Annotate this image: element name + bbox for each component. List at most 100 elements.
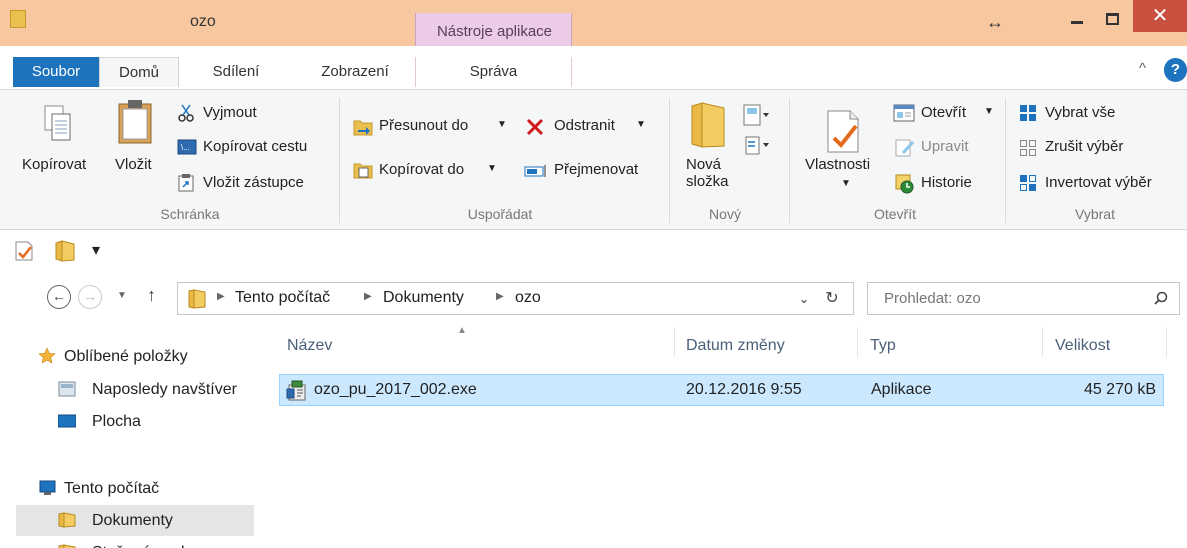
- navigation-bar: ← → ▼ ↑ ▶ Tento počítač ▶ Dokumenty ▶ oz…: [0, 271, 1187, 323]
- tab-manage[interactable]: Správa: [415, 57, 572, 87]
- nav-label: Plocha: [92, 413, 141, 430]
- open-button[interactable]: Otevřít: [921, 104, 966, 121]
- open-icon: [893, 104, 915, 122]
- column-header-date[interactable]: Datum změny: [686, 337, 785, 355]
- properties-button[interactable]: Vlastnosti: [805, 156, 870, 173]
- select-all-button[interactable]: Vybrat vše: [1045, 104, 1115, 121]
- nav-label: Oblíbené položky: [64, 348, 188, 365]
- copy-to-icon: [353, 163, 373, 179]
- nav-item-desktop[interactable]: Plocha: [58, 406, 258, 437]
- delete-icon: [526, 118, 544, 136]
- recent-places-icon: [58, 381, 76, 397]
- search-input[interactable]: [868, 283, 1138, 314]
- paste-shortcut-button[interactable]: Vložit zástupce: [203, 174, 304, 191]
- downloads-folder-icon: [58, 544, 76, 548]
- scissors-icon: [178, 104, 194, 122]
- select-none-button[interactable]: Zrušit výběr: [1045, 138, 1123, 155]
- tab-file[interactable]: Soubor: [13, 57, 99, 87]
- column-divider[interactable]: [1166, 327, 1167, 357]
- address-bar[interactable]: ▶ Tento počítač ▶ Dokumenty ▶ ozo ⌄ ↻: [177, 282, 854, 315]
- address-dropdown-icon[interactable]: ⌄: [790, 283, 818, 314]
- rename-icon: [524, 165, 546, 177]
- search-box[interactable]: [867, 282, 1180, 315]
- copy-path-button[interactable]: Kopírovat cestu: [203, 138, 307, 155]
- ribbon-separator: [1005, 98, 1006, 223]
- back-icon[interactable]: ←: [47, 285, 71, 309]
- column-header-type[interactable]: Typ: [870, 337, 896, 355]
- cut-button[interactable]: Vyjmout: [203, 104, 257, 121]
- tab-view[interactable]: Zobrazení: [300, 57, 410, 87]
- move-to-button[interactable]: Přesunout do: [379, 117, 468, 134]
- open-dropdown-icon[interactable]: ▼: [984, 106, 994, 117]
- ribbon-separator: [669, 98, 670, 223]
- copy-button[interactable]: Kopírovat: [22, 156, 86, 173]
- file-type: Aplikace: [871, 381, 932, 398]
- folder-icon: [188, 289, 206, 309]
- paste-shortcut-icon: [178, 174, 194, 192]
- breadcrumb-documents[interactable]: Dokumenty: [383, 289, 464, 307]
- column-divider[interactable]: [1042, 327, 1043, 357]
- refresh-icon[interactable]: ↻: [818, 283, 846, 314]
- column-divider[interactable]: [674, 327, 675, 357]
- svg-text:\...: \...: [181, 143, 190, 152]
- new-folder-icon[interactable]: [55, 240, 75, 262]
- invert-selection-button[interactable]: Invertovat výběr: [1045, 174, 1152, 191]
- move-to-dropdown-icon[interactable]: ▼: [497, 119, 507, 130]
- ribbon: Kopírovat Vložit Vyjmout \... Kopírovat …: [0, 89, 1187, 230]
- breadcrumb-this-pc[interactable]: Tento počítač: [235, 289, 330, 307]
- select-none-icon: [1020, 140, 1036, 156]
- minimize-icon: [1071, 21, 1083, 24]
- group-label-open: Otevřít: [873, 206, 916, 222]
- forward-icon[interactable]: →: [78, 285, 102, 309]
- column-header-name[interactable]: Název: [287, 337, 332, 355]
- help-icon[interactable]: ?: [1164, 58, 1187, 82]
- breadcrumb-ozo[interactable]: ozo: [515, 289, 541, 307]
- new-folder-label-line2: složka: [686, 173, 729, 190]
- chevron-up-icon[interactable]: ^: [1139, 60, 1146, 77]
- column-header-label: Název: [287, 337, 333, 354]
- maximize-button[interactable]: [1095, 6, 1129, 32]
- file-date: 20.12.2016 9:55: [686, 381, 802, 398]
- recent-locations-icon[interactable]: ▼: [117, 290, 127, 301]
- title-bar: ozo Nástroje aplikace ↔ ✕: [0, 0, 1187, 46]
- nav-item-recent[interactable]: Naposledy navštíver: [58, 374, 258, 405]
- delete-dropdown-icon[interactable]: ▼: [636, 119, 646, 130]
- close-button[interactable]: ✕: [1133, 0, 1187, 32]
- up-icon[interactable]: ↑: [147, 285, 156, 306]
- copy-to-button[interactable]: Kopírovat do: [379, 161, 464, 178]
- table-row[interactable]: ozo_pu_2017_002.exe 20.12.2016 9:55 Apli…: [279, 374, 1164, 406]
- search-icon[interactable]: [1154, 291, 1168, 305]
- nav-label: Naposledy navštíver: [92, 381, 237, 398]
- new-folder-icon: [691, 102, 725, 148]
- nav-item-favorites[interactable]: Oblíbené položky: [38, 341, 258, 372]
- easy-access-icon[interactable]: [745, 136, 769, 156]
- new-item-icon[interactable]: [743, 104, 769, 126]
- new-folder-button[interactable]: Nová složka: [686, 156, 729, 190]
- crumb-arrow-icon[interactable]: ▶: [364, 291, 372, 302]
- column-divider[interactable]: [857, 327, 858, 357]
- file-list: Název ▲ Datum změny Typ Velikost ozo_pu_…: [270, 323, 1187, 548]
- crumb-arrow-icon[interactable]: ▶: [496, 291, 504, 302]
- nav-item-downloads[interactable]: Stažené soubory: [58, 537, 258, 548]
- column-header-size[interactable]: Velikost: [1055, 337, 1110, 355]
- minimize-button[interactable]: [1059, 6, 1095, 32]
- ribbon-separator: [789, 98, 790, 223]
- paste-button[interactable]: Vložit: [115, 156, 152, 173]
- sort-ascending-icon: ▲: [457, 325, 467, 336]
- history-button[interactable]: Historie: [921, 174, 972, 191]
- properties-icon[interactable]: [15, 241, 35, 261]
- resize-icon[interactable]: ↔: [986, 12, 1004, 33]
- delete-button[interactable]: Odstranit: [554, 117, 615, 134]
- crumb-arrow-icon[interactable]: ▶: [217, 291, 225, 302]
- tab-home[interactable]: Domů: [99, 57, 179, 87]
- nav-item-this-pc[interactable]: Tento počítač: [38, 473, 258, 504]
- rename-button[interactable]: Přejmenovat: [554, 161, 638, 178]
- documents-folder-icon: [58, 512, 76, 528]
- edit-button[interactable]: Upravit: [921, 138, 969, 155]
- copy-to-dropdown-icon[interactable]: ▼: [487, 163, 497, 174]
- qat-dropdown-icon[interactable]: ▾: [92, 240, 100, 260]
- maximize-icon: [1105, 13, 1119, 25]
- tab-share[interactable]: Sdílení: [196, 57, 276, 87]
- properties-dropdown-icon[interactable]: ▼: [841, 178, 851, 189]
- nav-item-documents[interactable]: Dokumenty: [16, 505, 254, 536]
